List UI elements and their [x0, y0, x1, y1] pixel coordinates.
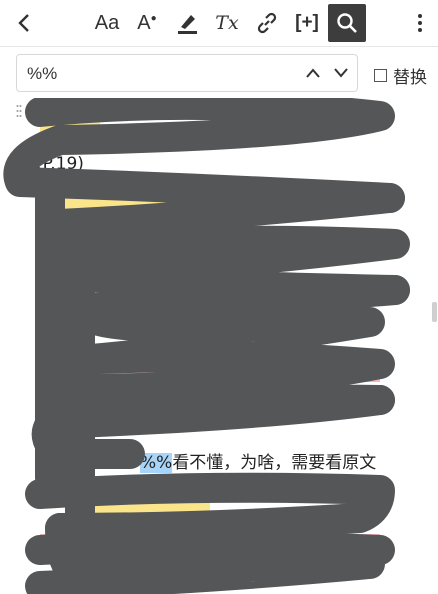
search-value: %% — [27, 64, 58, 83]
replace-toggle[interactable]: 替换 — [374, 63, 427, 88]
font-size-button[interactable]: Aa — [88, 4, 126, 42]
link-button[interactable] — [248, 4, 286, 42]
clear-format-button[interactable]: Tx — [208, 4, 246, 42]
next-match-button[interactable] — [329, 61, 353, 85]
back-icon[interactable] — [6, 4, 44, 42]
chevron-down-icon — [334, 68, 348, 78]
search-icon — [337, 13, 357, 33]
text-color-label: A — [137, 11, 151, 34]
drop-icon: ● — [150, 12, 157, 24]
previous-match-button[interactable] — [301, 61, 325, 85]
link-icon — [257, 12, 277, 34]
insert-label: [+] — [295, 12, 319, 33]
clear-format-label: Tx — [215, 12, 239, 34]
more-options-button[interactable] — [406, 4, 434, 42]
top-toolbar: Aa A ● Tx [+] — [0, 0, 438, 46]
search-button[interactable] — [328, 4, 366, 42]
toolbar-divider — [0, 46, 438, 47]
vertical-dots-icon — [418, 14, 422, 32]
document-area[interactable]: (P.19) %%看不懂，为啥，需要看原文 — [0, 98, 438, 594]
insert-button[interactable]: [+] — [288, 4, 326, 42]
search-input[interactable]: %% — [16, 54, 358, 92]
replace-checkbox[interactable] — [374, 69, 387, 82]
font-size-label: Aa — [94, 11, 120, 34]
highlighter-button[interactable] — [168, 4, 206, 42]
redaction-scribble — [3, 98, 410, 594]
text-color-button[interactable]: A ● — [128, 4, 166, 42]
chevron-up-icon — [306, 68, 320, 78]
highlighter-icon — [178, 15, 197, 34]
replace-label: 替换 — [393, 68, 427, 88]
